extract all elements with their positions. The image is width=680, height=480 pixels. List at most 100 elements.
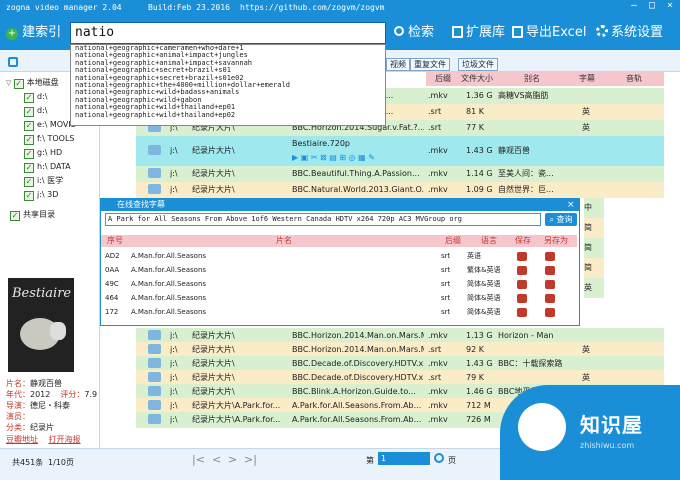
download-icon[interactable]	[517, 308, 527, 317]
panel-toggle-icon[interactable]	[8, 57, 18, 67]
suggestion-item[interactable]: national+geographic+wild+thailand+ep02	[75, 111, 385, 119]
search-suggestions: national+geographic+cameramen+who+dare+1…	[70, 44, 386, 126]
download-icon[interactable]	[517, 266, 527, 275]
checkbox[interactable]: ✓	[24, 135, 34, 145]
total-count: 共451条	[12, 458, 44, 467]
col-subtitle[interactable]: 字幕	[570, 72, 604, 86]
search-icon	[394, 26, 404, 36]
subtitle-result-row[interactable]: AD2 A.Man.for.All.Seasons srt 英语	[101, 249, 577, 263]
gear-icon	[596, 25, 608, 37]
tree-drive-item[interactable]: ✓ f:\ TOOLS	[24, 134, 74, 145]
checkbox[interactable]: ✓	[24, 149, 34, 159]
col-ext[interactable]: 后缀	[426, 72, 460, 86]
tree-shared[interactable]: ✓ 共享目录	[10, 210, 55, 221]
drive-tree-panel: ▽ ✓ 本地磁盘 ✓ d:\ ✓ d:\ ✓ e:\ MOVIE ✓ f:\ TOOLS ✓ g:\…	[0, 72, 100, 448]
plus-icon: +	[6, 28, 18, 40]
checkbox[interactable]: ✓	[10, 211, 20, 221]
subtitle-result-row[interactable]: 172 A.Man.for.All.Seasons srt 简体&英语	[101, 305, 577, 319]
tree-drive-item[interactable]: ✓ j:\ 3D	[24, 190, 58, 201]
prev-page-icon[interactable]: <	[212, 453, 221, 466]
folder-icon	[148, 182, 161, 198]
tree-drive-item[interactable]: ✓ d:\	[24, 106, 47, 117]
video-filter-button[interactable]: 视频	[386, 58, 410, 71]
dialog-close-icon[interactable]: ×	[567, 199, 575, 211]
save-as-icon[interactable]	[545, 280, 555, 289]
checkbox[interactable]: ✓	[24, 121, 34, 131]
col-size[interactable]: 文件大小	[460, 72, 494, 86]
dialog-col-header: 另存为	[535, 235, 577, 247]
folder-icon	[148, 412, 161, 428]
next-page-icon[interactable]: >	[228, 453, 237, 466]
search-input[interactable]: natio	[70, 22, 386, 44]
subtitle-result-row[interactable]: 0AA A.Man.for.All.Seasons srt 繁体&英语	[101, 263, 577, 277]
subtitle-cell: 简	[584, 258, 604, 278]
save-as-icon[interactable]	[545, 252, 555, 261]
info-type: 分类：纪录片	[6, 423, 54, 432]
movie-poster: Bestiaire	[8, 278, 74, 372]
close-icon[interactable]: ×	[664, 0, 676, 11]
douban-link[interactable]: 豆瓣地址	[6, 435, 38, 444]
col-audio[interactable]: 音轨	[604, 72, 664, 86]
poster-title: Bestiaire	[12, 286, 72, 301]
watermark-site: zhishiwu.com	[580, 441, 635, 450]
save-as-icon[interactable]	[545, 266, 555, 275]
download-icon[interactable]	[517, 252, 527, 261]
build-index-button[interactable]: + 建索引	[6, 23, 61, 43]
info-name: 片名：静观百兽	[6, 379, 62, 388]
page-input[interactable]: 1	[378, 452, 430, 465]
checkbox[interactable]: ✓	[24, 163, 34, 173]
subtitle-search-dialog: 在线查找字幕 × A Park for All Seasons From Abo…	[100, 198, 580, 326]
export-icon	[512, 26, 523, 38]
save-as-icon[interactable]	[545, 294, 555, 303]
tree-drive-item[interactable]: ✓ d:\	[24, 92, 47, 103]
open-poster-link[interactable]: 打开海报	[49, 435, 81, 444]
checkbox[interactable]: ✓	[13, 79, 24, 89]
junk-files-button[interactable]: 垃圾文件	[458, 58, 498, 71]
selected-file-row[interactable]: j:\ 纪录片大片\ Bestiaire.720p ▶ ▣ ✂ ⊠ ▤ ⊞ ◎ ▦ ✎…	[136, 136, 664, 166]
page-count: 1/10页	[48, 458, 74, 467]
info-actor: 演员：	[6, 412, 30, 421]
collapse-icon: ▽	[6, 79, 14, 87]
subtitle-cell: 中	[584, 198, 604, 218]
title-bar: zogna video manager 2.04 Build:Feb 23.20…	[0, 0, 680, 16]
export-excel-button[interactable]: 导出Excel	[512, 23, 586, 43]
duplicate-files-button[interactable]: 重复文件	[410, 58, 450, 71]
tree-drive-item[interactable]: ✓ g:\ HD	[24, 148, 62, 159]
download-icon[interactable]	[517, 280, 527, 289]
tree-root[interactable]: ▽ ✓ 本地磁盘	[6, 78, 59, 89]
file-row[interactable]: j:\ 纪录片大片\ BBC.Beautiful.Thing.A.Passion..…	[136, 166, 664, 182]
dialog-col-header: 序号	[101, 235, 129, 247]
search-button[interactable]: 检索	[394, 23, 434, 43]
go-page-icon[interactable]	[434, 453, 444, 463]
last-page-icon[interactable]: >|	[244, 453, 257, 466]
download-icon[interactable]	[517, 294, 527, 303]
subtitle-result-row[interactable]: 49C A.Man.for.All.Seasons srt 简体&英语	[101, 277, 577, 291]
settings-button[interactable]: 系统设置	[596, 23, 663, 43]
checkbox[interactable]: ✓	[24, 177, 34, 187]
action-icons[interactable]: ▶ ▣ ✂ ⊠ ▤ ⊞ ◎ ▦ ✎	[292, 150, 375, 166]
extension-library-button[interactable]: 扩展库	[452, 23, 505, 43]
tree-drive-item[interactable]: ✓ e:\ MOVIE	[24, 120, 76, 131]
subtitle-search-button[interactable]: ⌕ 查询	[545, 213, 577, 226]
subtitle-query-input[interactable]: A Park for All Seasons From Above 1of6 W…	[105, 213, 541, 226]
first-page-icon[interactable]: |<	[192, 453, 205, 466]
col-alias[interactable]: 别名	[494, 72, 570, 86]
database-icon	[452, 26, 463, 38]
minimize-icon[interactable]: –	[628, 0, 640, 11]
tree-drive-item[interactable]: ✓ h:\ DATA	[24, 162, 71, 173]
app-title: zogna video manager 2.04	[6, 3, 122, 12]
file-row[interactable]: j:\ 纪录片大片\ BBC.Natural.World.2013.Giant.O.…	[136, 182, 664, 198]
checkbox[interactable]: ✓	[24, 191, 34, 201]
maximize-icon[interactable]: □	[646, 0, 658, 11]
checkbox[interactable]: ✓	[24, 93, 34, 103]
tree-drive-item[interactable]: ✓ i:\ 医学	[24, 176, 63, 187]
dialog-col-header: 后缀	[439, 235, 467, 247]
info-director: 导演：德尼・科泰	[6, 401, 70, 410]
folder-icon	[148, 166, 161, 182]
save-as-icon[interactable]	[545, 308, 555, 317]
checkbox[interactable]: ✓	[24, 107, 34, 117]
watermark-brand: 知识屋	[580, 413, 643, 437]
subtitle-result-row[interactable]: 464 A.Man.for.All.Seasons srt 简体&英语	[101, 291, 577, 305]
sheep-head	[50, 322, 66, 340]
build-label: Build:Feb 23.2016	[148, 3, 230, 12]
